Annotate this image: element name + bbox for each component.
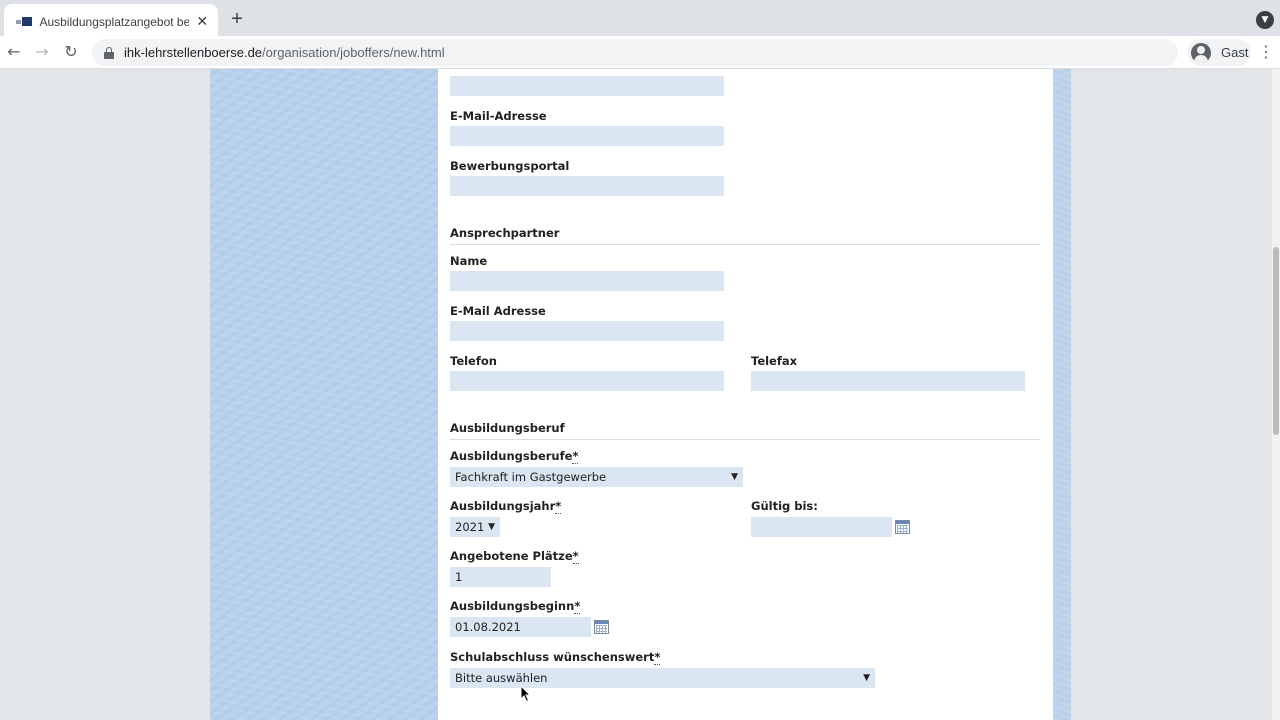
training-year-label-text: Ausbildungsjahr bbox=[450, 499, 556, 513]
training-section-divider bbox=[450, 439, 1040, 440]
contact-phone-input[interactable] bbox=[450, 371, 724, 391]
school-degree-selected-value: Bitte auswählen bbox=[455, 671, 548, 685]
training-year-select[interactable]: 2021 ▼ bbox=[450, 517, 500, 537]
website-input[interactable] bbox=[450, 76, 724, 96]
contact-name-label: Name bbox=[450, 254, 488, 268]
lock-icon[interactable] bbox=[104, 46, 114, 59]
contact-name-input[interactable] bbox=[450, 271, 724, 291]
contact-email-input[interactable] bbox=[450, 321, 724, 341]
email-address-input[interactable] bbox=[450, 126, 724, 146]
profession-selected-value: Fachkraft im Gastgewerbe bbox=[455, 470, 607, 484]
training-year-selected-value: 2021 bbox=[455, 520, 485, 534]
training-section-title: Ausbildungsberuf bbox=[450, 421, 565, 435]
offered-places-label-text: Angebotene Plätze bbox=[450, 549, 573, 563]
valid-until-label: Gültig bis: bbox=[751, 499, 818, 513]
new-tab-button[interactable]: + bbox=[226, 8, 248, 30]
valid-until-input[interactable] bbox=[751, 517, 892, 537]
application-portal-input[interactable] bbox=[450, 176, 724, 196]
back-arrow-icon[interactable]: ← bbox=[2, 40, 26, 64]
scrollbar-thumb[interactable] bbox=[1273, 247, 1279, 435]
application-portal-label: Bewerbungsportal bbox=[450, 159, 570, 173]
browser-tab[interactable]: Ausbildungsplatzangebot bear ✕ bbox=[4, 4, 218, 40]
chevron-down-icon: ▼ bbox=[488, 522, 495, 532]
offered-places-label: Angebotene Plätze* bbox=[450, 549, 579, 564]
tab-bar: Ausbildungsplatzangebot bear ✕ + ▼ bbox=[0, 0, 1280, 40]
profession-select[interactable]: Fachkraft im Gastgewerbe ▼ bbox=[450, 467, 743, 487]
contact-fax-input[interactable] bbox=[751, 371, 1025, 391]
required-marker: * bbox=[654, 650, 661, 665]
contact-phone-label: Telefon bbox=[450, 354, 497, 368]
training-start-label-text: Ausbildungsbeginn bbox=[450, 599, 575, 613]
training-year-label: Ausbildungsjahr* bbox=[450, 499, 562, 514]
chevron-down-icon: ▼ bbox=[731, 472, 738, 482]
profile-button[interactable]: Gast bbox=[1187, 39, 1251, 66]
tab-search-icon[interactable]: ▼ bbox=[1256, 11, 1274, 29]
profession-label: Ausbildungsberufe* bbox=[450, 449, 579, 464]
reload-icon[interactable]: ↻ bbox=[59, 40, 83, 64]
browser-menu-icon[interactable]: ⋮ bbox=[1258, 42, 1274, 62]
school-degree-label-text: Schulabschluss wünschenswert bbox=[450, 650, 655, 664]
tab-title: Ausbildungsplatzangebot bear bbox=[39, 15, 189, 29]
tab-close-icon[interactable]: ✕ bbox=[195, 14, 210, 30]
contact-section-divider bbox=[450, 244, 1040, 245]
required-marker: * bbox=[572, 449, 579, 464]
training-start-input[interactable]: 01.08.2021 bbox=[450, 617, 591, 637]
site-favicon-icon bbox=[16, 16, 32, 28]
email-address-label: E-Mail-Adresse bbox=[450, 109, 547, 123]
browser-toolbar: ← → ↻ ihk-lehrstellenboerse.de/organisat… bbox=[0, 36, 1280, 69]
required-marker: * bbox=[555, 499, 562, 514]
url-path: /organisation/joboffers/new.html bbox=[262, 45, 445, 60]
mouse-cursor-icon bbox=[520, 685, 532, 703]
training-start-label: Ausbildungsbeginn* bbox=[450, 599, 581, 614]
forward-arrow-icon[interactable]: → bbox=[30, 40, 54, 64]
profession-label-text: Ausbildungsberufe bbox=[450, 449, 573, 463]
required-marker: * bbox=[572, 549, 579, 564]
page-scrollbar[interactable] bbox=[1272, 69, 1280, 720]
contact-email-label: E-Mail Adresse bbox=[450, 304, 546, 318]
right-decor-strip bbox=[1053, 69, 1071, 720]
required-marker: * bbox=[574, 599, 581, 614]
calendar-icon[interactable] bbox=[895, 520, 910, 534]
contact-section-title: Ansprechpartner bbox=[450, 226, 560, 240]
profile-avatar-icon bbox=[1191, 42, 1211, 63]
offered-places-input[interactable]: 1 bbox=[450, 567, 551, 587]
url-host: ihk-lehrstellenboerse.de bbox=[124, 45, 263, 60]
job-offer-form: E-Mail-Adresse Bewerbungsportal Ansprech… bbox=[438, 69, 1053, 720]
contact-fax-label: Telefax bbox=[751, 354, 798, 368]
url-text: ihk-lehrstellenboerse.de/organisation/jo… bbox=[124, 45, 445, 60]
address-bar[interactable]: ihk-lehrstellenboerse.de/organisation/jo… bbox=[92, 39, 1178, 66]
page-viewport: E-Mail-Adresse Bewerbungsportal Ansprech… bbox=[0, 69, 1280, 720]
left-decor-panel bbox=[210, 69, 438, 720]
calendar-icon[interactable] bbox=[594, 620, 609, 634]
profile-label: Gast bbox=[1221, 45, 1249, 60]
school-degree-label: Schulabschluss wünschenswert* bbox=[450, 650, 661, 665]
chevron-down-icon: ▼ bbox=[863, 673, 870, 683]
school-degree-select[interactable]: Bitte auswählen ▼ bbox=[450, 668, 875, 688]
